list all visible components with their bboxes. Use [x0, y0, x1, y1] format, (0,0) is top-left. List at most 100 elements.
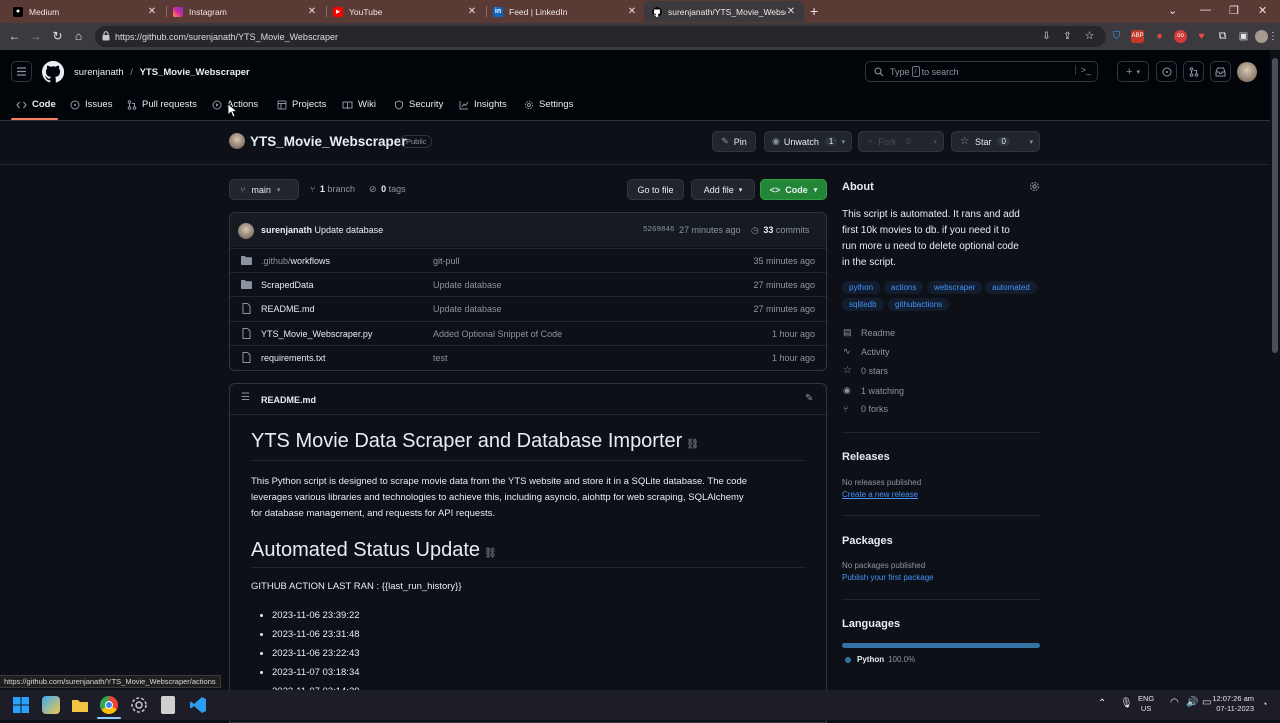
install-icon[interactable]: ⇩	[1040, 30, 1053, 43]
publish-package-link[interactable]: Publish your first package	[842, 573, 934, 582]
user-avatar[interactable]	[1237, 62, 1257, 82]
close-tab-icon[interactable]: ✕	[307, 6, 317, 17]
back-icon[interactable]: ←	[8, 30, 21, 43]
create-new-button[interactable]: + ▾	[1117, 61, 1149, 82]
tab-issues[interactable]: Issues	[70, 96, 112, 113]
extensions-puzzle-icon[interactable]: ⧉	[1216, 30, 1229, 43]
minimize-button[interactable]: —	[1200, 4, 1211, 16]
tray-chevron-up-icon[interactable]: ⌃	[1098, 698, 1106, 709]
tab-wiki[interactable]: Wiki	[342, 96, 376, 113]
repo-title[interactable]: YTS_Movie_Webscraper	[250, 134, 407, 149]
packages-heading[interactable]: Packages	[842, 535, 893, 547]
file-commit-message[interactable]: git-pull	[433, 256, 460, 266]
tab-pull-requests[interactable]: Pull requests	[127, 96, 197, 113]
fork-button[interactable]: ⑂ Fork 0 ▾	[858, 131, 944, 152]
owner-link[interactable]: surenjanath	[74, 67, 124, 78]
tab-security[interactable]: Security	[394, 96, 443, 113]
bookmark-star-icon[interactable]: ☆	[1083, 30, 1096, 43]
file-row[interactable]: ScrapedData Update database 27 minutes a…	[230, 272, 826, 296]
file-row[interactable]: .github/workflows git-pull 35 minutes ag…	[230, 248, 826, 272]
about-settings-gear-icon[interactable]	[1029, 181, 1040, 192]
forks-link[interactable]: ⑂ 0 forks	[843, 404, 888, 414]
tab-code[interactable]: Code	[16, 96, 56, 113]
file-name[interactable]: YTS_Movie_Webscraper.py	[261, 329, 372, 339]
readme-link[interactable]: ▤ Readme	[843, 327, 895, 338]
tab-projects[interactable]: Projects	[277, 96, 326, 113]
window-close-button[interactable]: ✕	[1258, 4, 1267, 17]
notepad-icon[interactable]	[161, 696, 175, 714]
tab-medium[interactable]: ● Medium ✕	[5, 1, 165, 22]
topic-tag[interactable]: automated	[985, 281, 1037, 294]
commits-link[interactable]: ◷ 33 commits	[751, 225, 809, 236]
file-name[interactable]: ScrapedData	[261, 280, 314, 290]
file-commit-message[interactable]: Added Optional Snippet of Code	[433, 329, 562, 339]
windows-start-icon[interactable]	[12, 696, 30, 714]
close-tab-icon[interactable]: ✕	[786, 6, 796, 17]
edit-pencil-icon[interactable]: ✎	[805, 393, 813, 404]
anchor-link-icon[interactable]: ⛓	[484, 548, 497, 559]
commit-hash[interactable]: 5269846	[643, 226, 675, 234]
forward-icon[interactable]: →	[29, 30, 42, 43]
extension-record-icon[interactable]: ●	[1153, 30, 1166, 43]
close-tab-icon[interactable]: ✕	[147, 6, 157, 17]
topic-tag[interactable]: webscraper	[927, 281, 983, 294]
repo-link[interactable]: YTS_Movie_Webscraper	[140, 67, 250, 78]
create-release-link[interactable]: Create a new release	[842, 490, 918, 499]
tab-insights[interactable]: Insights	[459, 96, 507, 113]
share-icon[interactable]: ⇪	[1061, 30, 1074, 43]
file-commit-message[interactable]: Update database	[433, 280, 502, 290]
vscode-icon[interactable]	[189, 696, 207, 714]
tab-settings[interactable]: Settings	[524, 96, 573, 113]
tags-link[interactable]: ⊘ 0 tags	[369, 184, 406, 195]
widgets-icon[interactable]	[42, 696, 60, 714]
menu-kebab-icon[interactable]: ⋮	[1268, 30, 1278, 43]
search-input[interactable]: Type / to search >_	[865, 61, 1098, 82]
topic-tag[interactable]: actions	[884, 281, 924, 294]
maximize-button[interactable]: ❐	[1229, 4, 1239, 17]
topic-tag[interactable]: githubactions	[888, 298, 950, 311]
add-file-button[interactable]: Add file ▾	[691, 179, 755, 200]
chrome-icon[interactable]	[100, 696, 118, 714]
file-row[interactable]: YTS_Movie_Webscraper.py Added Optional S…	[230, 321, 826, 345]
language-python[interactable]: Python 100.0%	[845, 655, 915, 664]
tab-github[interactable]: surenjanath/YTS_Movie_Webscr ✕	[644, 1, 804, 22]
tab-youtube[interactable]: ▶ YouTube ✕	[325, 1, 485, 22]
sidepanel-icon[interactable]: ▣	[1237, 30, 1250, 43]
code-button[interactable]: <> Code ▾	[760, 179, 827, 200]
list-outline-icon[interactable]: ☰	[241, 392, 250, 403]
close-tab-icon[interactable]: ✕	[627, 6, 637, 17]
releases-heading[interactable]: Releases	[842, 451, 890, 463]
topic-tag[interactable]: sqlitedb	[842, 298, 884, 311]
scrollbar-thumb[interactable]	[1272, 58, 1278, 353]
readme-filename[interactable]: README.md	[261, 395, 316, 405]
volume-icon[interactable]: 🔊	[1186, 697, 1198, 708]
file-row[interactable]: requirements.txt test 1 hour ago	[230, 345, 826, 369]
hamburger-button[interactable]	[11, 61, 32, 82]
tab-instagram[interactable]: Instagram ✕	[165, 1, 325, 22]
branch-select[interactable]: ⑂ main ▾	[229, 179, 299, 200]
new-tab-button[interactable]: +	[810, 3, 818, 19]
file-name[interactable]: README.md	[261, 304, 315, 314]
file-commit-message[interactable]: test	[433, 353, 448, 363]
command-palette-icon[interactable]: >_	[1074, 65, 1091, 75]
extension-shield-icon[interactable]: ⛉	[1110, 30, 1123, 43]
file-explorer-icon[interactable]	[71, 696, 89, 714]
stars-link[interactable]: ☆ 0 stars	[843, 365, 888, 376]
github-logo-icon[interactable]	[42, 61, 64, 83]
tab-linkedin[interactable]: in Feed | LinkedIn ✕	[485, 1, 645, 22]
anchor-link-icon[interactable]: ⛓	[686, 439, 699, 450]
pull-requests-button[interactable]	[1183, 61, 1204, 82]
profile-avatar[interactable]	[1255, 30, 1268, 43]
clock[interactable]: 12:07:26 am 07-11-2023	[1206, 694, 1254, 714]
file-commit-message[interactable]: Update database	[433, 304, 502, 314]
address-bar[interactable]: https://github.com/surenjanath/YTS_Movie…	[95, 26, 1106, 47]
file-row[interactable]: README.md Update database 27 minutes ago	[230, 296, 826, 320]
issues-button[interactable]	[1156, 61, 1177, 82]
reload-icon[interactable]: ↻	[51, 30, 64, 43]
tab-search-icon[interactable]: ⌄	[1168, 4, 1177, 17]
wifi-icon[interactable]: ◠	[1170, 697, 1179, 708]
activity-link[interactable]: ∿ Activity	[843, 346, 890, 357]
extension-red-icon[interactable]: oo	[1174, 30, 1187, 43]
microphone-icon[interactable]: 🎙	[1120, 698, 1133, 709]
close-tab-icon[interactable]: ✕	[467, 6, 477, 17]
